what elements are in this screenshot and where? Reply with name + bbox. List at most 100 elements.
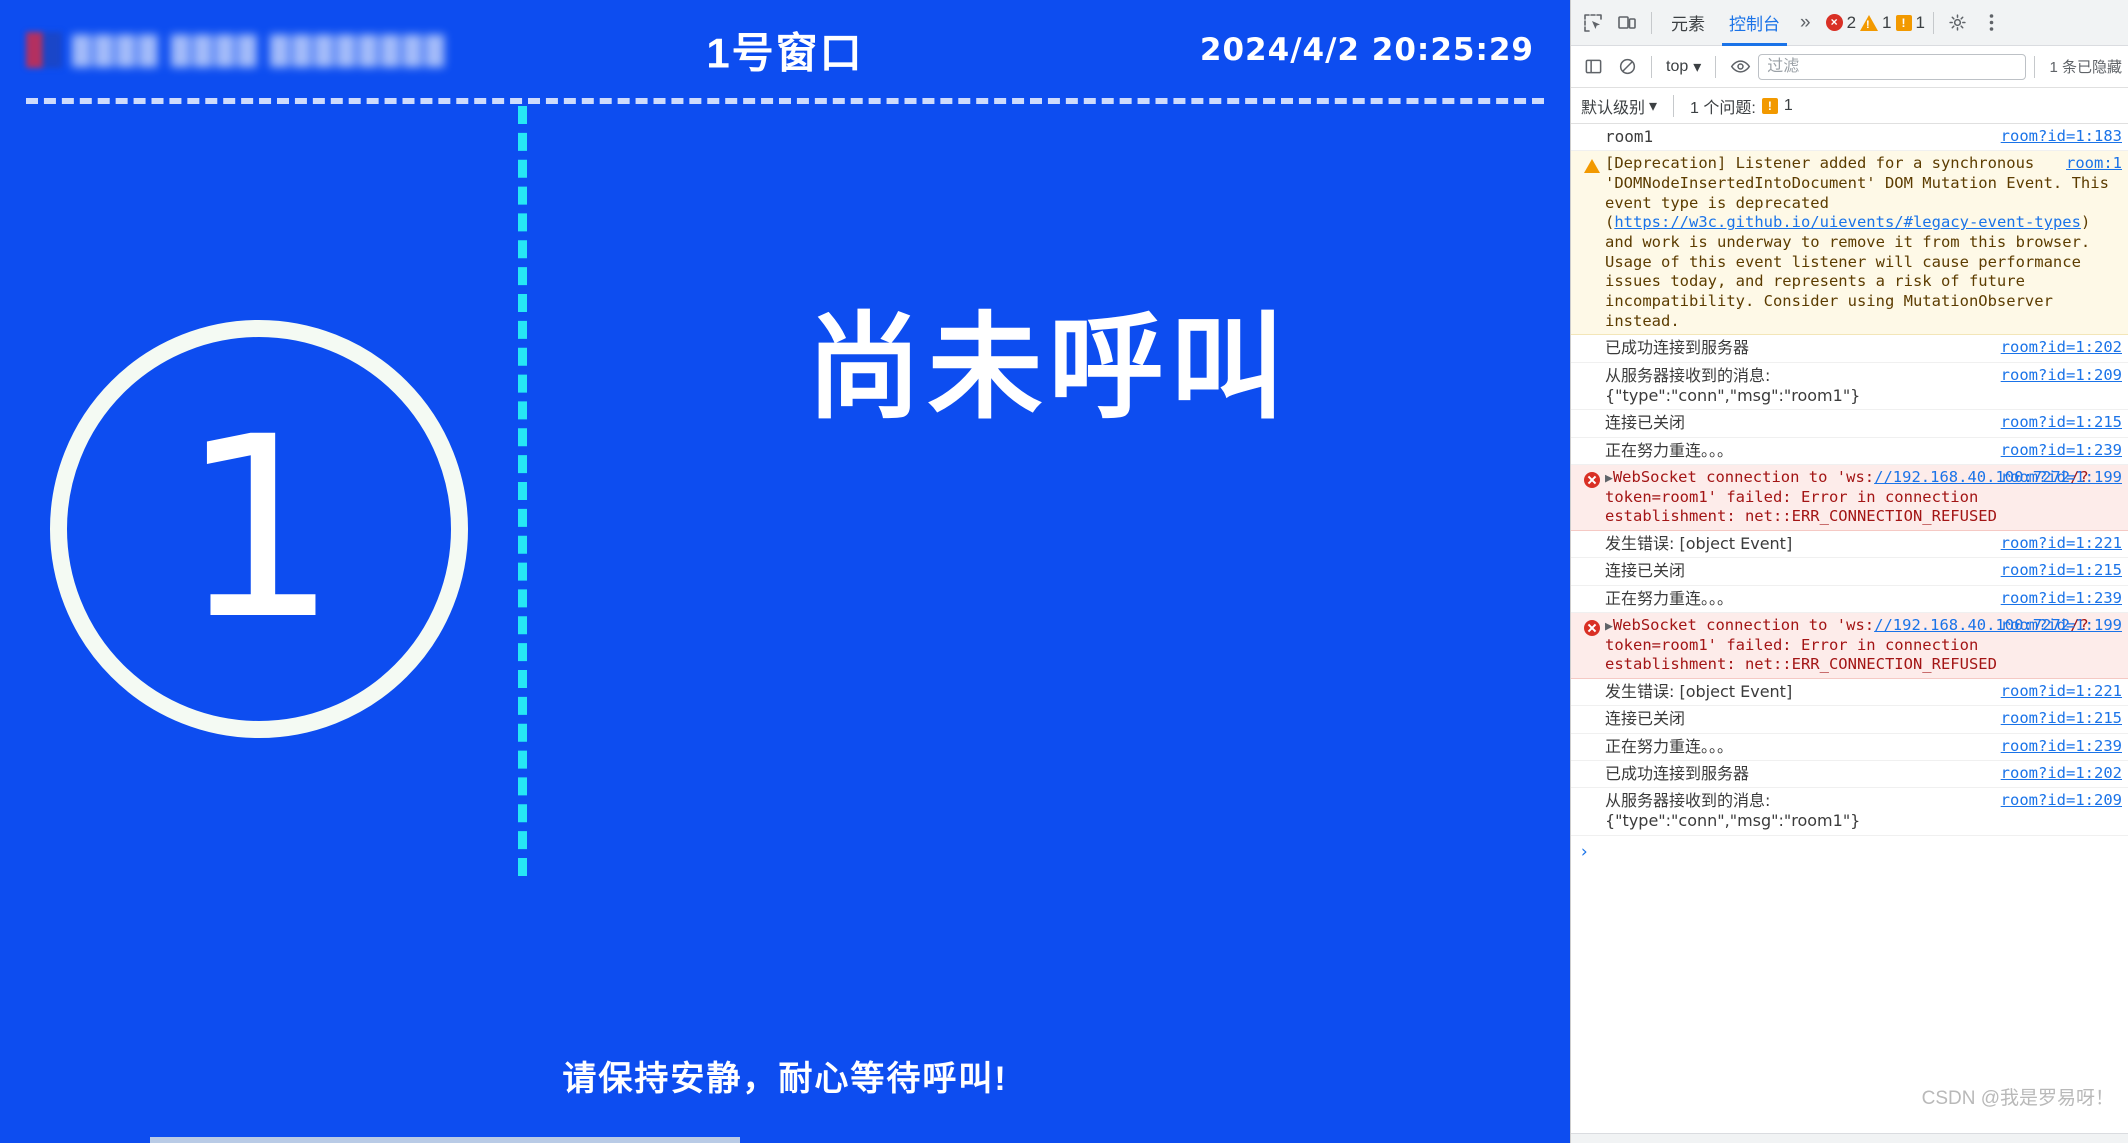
console-message[interactable]: 已成功连接到服务器 room?id=1:202 bbox=[1571, 760, 2128, 789]
issues-label: 1 个问题: bbox=[1690, 99, 1756, 117]
console-message[interactable]: 已成功连接到服务器 room?id=1:202 bbox=[1571, 335, 2128, 363]
device-toolbar-icon[interactable] bbox=[1611, 7, 1643, 39]
tab-console[interactable]: 控制台 bbox=[1718, 0, 1791, 46]
devtools-tabbar: 元素 控制台 » × 2 ! 1 ! 1 bbox=[1571, 0, 2128, 46]
console-message[interactable]: 从服务器接收到的消息: {"type":"conn","msg":"room1"… bbox=[1571, 788, 2128, 836]
console-message[interactable]: 从服务器接收到的消息: {"type":"conn","msg":"room1"… bbox=[1571, 362, 2128, 411]
watermark: CSDN @我是罗易呀！ bbox=[1921, 1087, 2114, 1109]
console-message-source-link[interactable]: room?id=1:239 bbox=[2001, 737, 2122, 757]
console-message[interactable]: 发生错误: [object Event] room?id=1:221 bbox=[1571, 678, 2128, 707]
gear-icon[interactable] bbox=[1942, 7, 1974, 39]
message-gutter-warning bbox=[1579, 154, 1605, 331]
clear-console-icon[interactable] bbox=[1611, 51, 1643, 83]
issue-info-icon: ! bbox=[1761, 97, 1778, 114]
console-message-source-link[interactable]: room?id=1:215 bbox=[2001, 561, 2122, 581]
console-message-source-link[interactable]: room:1 bbox=[2066, 154, 2122, 174]
filter-separator-3 bbox=[2034, 55, 2036, 78]
execution-context-select[interactable]: top ▾ bbox=[1660, 57, 1707, 77]
vertical-dashed-divider bbox=[518, 106, 527, 876]
tab-elements[interactable]: 元素 bbox=[1660, 0, 1716, 46]
brand: ████ ████ ████████ bbox=[26, 32, 447, 68]
inspect-element-icon[interactable] bbox=[1577, 7, 1609, 39]
show-console-sidebar-icon[interactable] bbox=[1577, 51, 1609, 83]
message-gutter bbox=[1579, 338, 1605, 358]
hidden-messages-note: 1 条已隐藏 bbox=[2049, 59, 2122, 76]
console-level-bar: 默认级别 ▾ 1 个问题: ! 1 bbox=[1571, 88, 2128, 124]
brand-logo-icon bbox=[26, 32, 62, 68]
console-message-source-link[interactable]: room?id=1:215 bbox=[2001, 709, 2122, 729]
message-gutter bbox=[1579, 127, 1605, 147]
brand-name-redacted: ████ ████ ████████ bbox=[72, 34, 448, 65]
console-message-source-link[interactable]: room?id=1:221 bbox=[2001, 534, 2122, 554]
console-message-source-link[interactable]: room?id=1:239 bbox=[2001, 589, 2122, 609]
message-gutter-error bbox=[1579, 616, 1605, 675]
window-number-panel: 1 bbox=[0, 100, 518, 1023]
error-counter[interactable]: × 2 bbox=[1825, 12, 1857, 33]
expand-triangle-icon[interactable]: ▶ bbox=[1605, 619, 1613, 634]
console-message[interactable]: ▶WebSocket connection to 'ws://192.168.4… bbox=[1571, 612, 2128, 679]
console-message-source-link[interactable]: room?id=1:199 bbox=[2001, 616, 2122, 636]
page-footer: 请保持安静，耐心等待呼叫! bbox=[0, 1023, 1570, 1143]
console-message[interactable]: ▶WebSocket connection to 'ws://192.168.4… bbox=[1571, 464, 2128, 531]
filter-separator bbox=[1651, 55, 1652, 78]
console-message[interactable]: 正在努力重连。。。 room?id=1:239 bbox=[1571, 437, 2128, 465]
issues-summary[interactable]: 1 个问题: ! 1 bbox=[1690, 94, 1793, 118]
info-counter[interactable]: ! 1 bbox=[1895, 12, 1925, 33]
chevron-down-icon: ▾ bbox=[1693, 58, 1702, 76]
clock: 2024/4/2 20:25:29 bbox=[1199, 32, 1534, 68]
console-message-source-link[interactable]: room?id=1:202 bbox=[2001, 764, 2122, 784]
window-number: 1 bbox=[179, 382, 339, 674]
filter-separator-2 bbox=[1715, 55, 1717, 78]
tab-console-label: 控制台 bbox=[1729, 15, 1780, 34]
console-message-source-link[interactable]: room?id=1:202 bbox=[2001, 338, 2122, 358]
more-tabs-icon[interactable]: » bbox=[1793, 12, 1818, 34]
error-count: 2 bbox=[1846, 12, 1857, 32]
console-message-source-link[interactable]: room?id=1:199 bbox=[2001, 468, 2122, 488]
issue-counters[interactable]: × 2 ! 1 ! 1 bbox=[1825, 12, 1925, 33]
log-level-label: 默认级别 bbox=[1581, 99, 1646, 117]
expand-triangle-icon[interactable]: ▶ bbox=[1605, 471, 1613, 486]
toolbar-separator-2 bbox=[1932, 11, 1934, 34]
console-prompt-symbol: › bbox=[1579, 841, 1590, 862]
console-message[interactable]: room1 room?id=1:183 bbox=[1571, 124, 2128, 152]
console-message-source-link[interactable]: room?id=1:239 bbox=[2001, 441, 2122, 461]
message-gutter-error bbox=[1579, 468, 1605, 527]
call-status-text: 尚未呼叫 bbox=[806, 304, 1291, 432]
queue-call-page: ████ ████ ████████ 1号窗口 2024/4/2 20:25:2… bbox=[0, 0, 1570, 1143]
tab-elements-label: 元素 bbox=[1671, 15, 1705, 34]
console-message-source-link[interactable]: room?id=1:221 bbox=[2001, 682, 2122, 702]
filter-input[interactable] bbox=[1758, 53, 2027, 80]
console-message[interactable]: 连接已关闭 room?id=1:215 bbox=[1571, 558, 2128, 586]
console-message-source-link[interactable]: room?id=1:183 bbox=[2001, 127, 2122, 147]
warning-icon bbox=[1584, 159, 1600, 174]
log-level-select[interactable]: 默认级别 ▾ bbox=[1581, 94, 1657, 118]
console-message-source-link[interactable]: room?id=1:215 bbox=[2001, 413, 2122, 433]
console-message-source-link[interactable]: room?id=1:209 bbox=[2001, 366, 2122, 386]
chevron-down-icon-level: ▾ bbox=[1649, 97, 1658, 115]
app-screen: ████ ████ ████████ 1号窗口 2024/4/2 20:25:2… bbox=[0, 0, 2128, 1143]
console-link[interactable]: https://w3c.github.io/uievents/#legacy-e… bbox=[1614, 213, 2081, 231]
message-gutter bbox=[1579, 366, 1605, 407]
console-message[interactable]: 连接已关闭 room?id=1:215 bbox=[1571, 410, 2128, 438]
warning-counter[interactable]: ! 1 bbox=[1860, 13, 1892, 33]
page-body: 1 尚未呼叫 bbox=[0, 100, 1570, 1023]
console-prompt[interactable]: › bbox=[1571, 836, 2128, 870]
console-message[interactable]: [Deprecation] Listener added for a synch… bbox=[1571, 151, 2128, 336]
console-message[interactable]: 连接已关闭 room?id=1:215 bbox=[1571, 706, 2128, 734]
level-separator bbox=[1673, 94, 1675, 117]
page-header: ████ ████ ████████ 1号窗口 2024/4/2 20:25:2… bbox=[0, 0, 1570, 104]
console-message[interactable]: 正在努力重连。。。 room?id=1:239 bbox=[1571, 733, 2128, 761]
error-icon bbox=[1584, 619, 1600, 636]
console-message[interactable]: 发生错误: [object Event] room?id=1:221 bbox=[1571, 530, 2128, 559]
console-message-source-link[interactable]: room?id=1:209 bbox=[2001, 791, 2122, 811]
live-expression-icon[interactable] bbox=[1724, 51, 1756, 83]
message-gutter bbox=[1579, 441, 1605, 461]
console-message-list[interactable]: room1 room?id=1:183 [Deprecation] Listener… bbox=[1571, 124, 2128, 1133]
message-gutter bbox=[1579, 737, 1605, 757]
info-count: 1 bbox=[1915, 12, 1925, 32]
console-message[interactable]: 正在努力重连。。。 room?id=1:239 bbox=[1571, 585, 2128, 613]
execution-context-label: top bbox=[1666, 57, 1689, 75]
kebab-menu-icon[interactable] bbox=[1976, 7, 2008, 39]
message-gutter bbox=[1579, 589, 1605, 609]
window-number-ring: 1 bbox=[50, 319, 468, 738]
